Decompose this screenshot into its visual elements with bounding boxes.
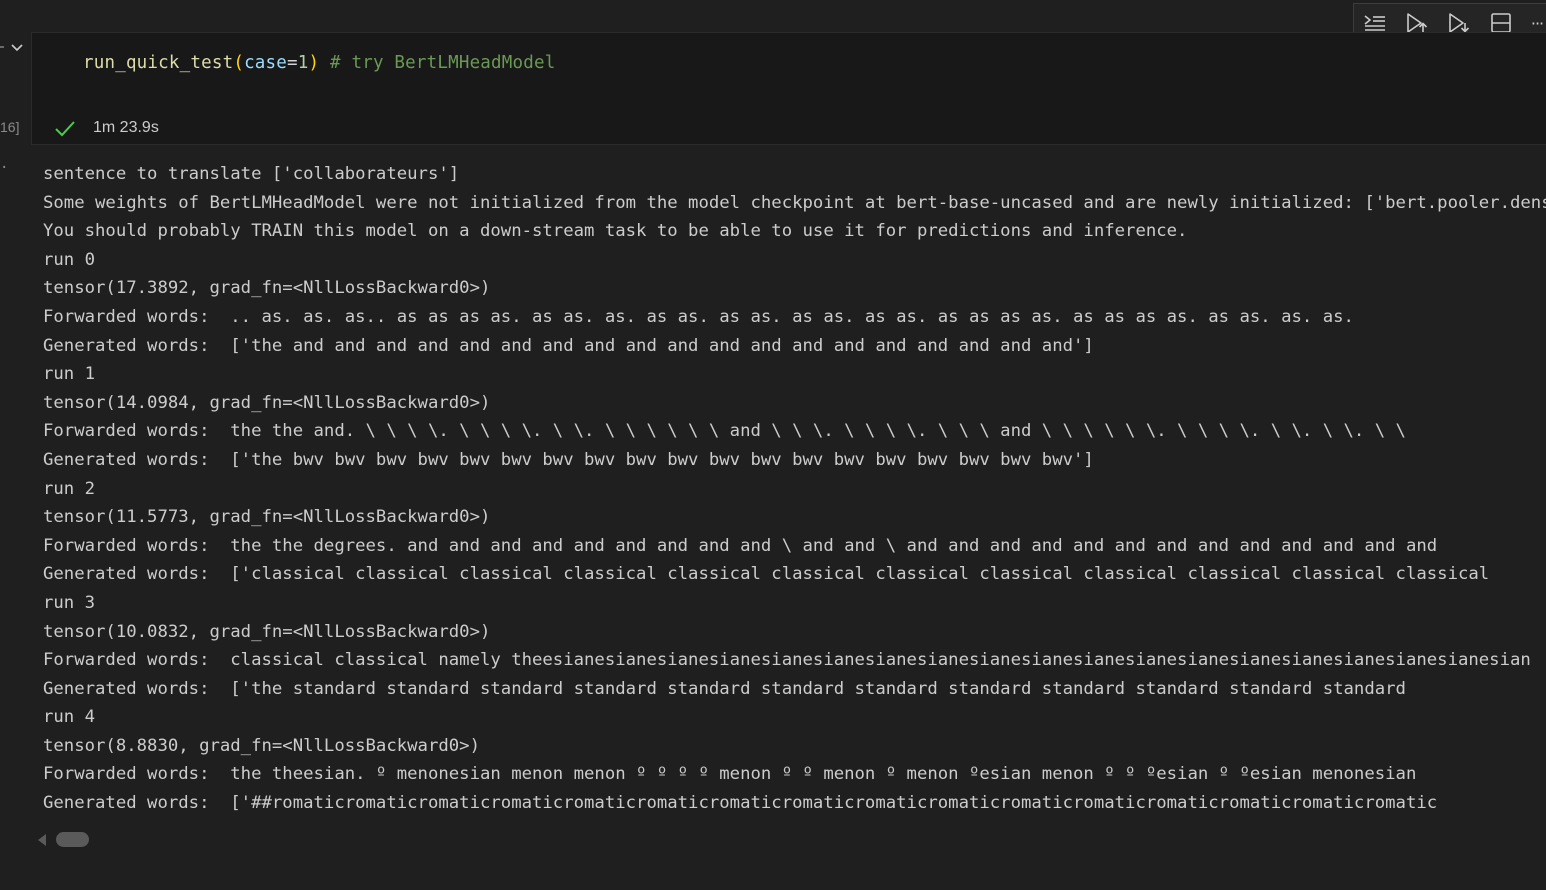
output-line: run 4 [43,707,96,728]
output-line: Generated words: ['the bwv bwv bwv bwv b… [43,449,1094,470]
code-open-paren: ( [233,53,245,73]
output-line: You should probably TRAIN this model on … [43,221,1188,242]
output-line: Some weights of BertLMHeadModel were not… [43,192,1546,213]
output-line: tensor(14.0984, grad_fn=<NllLossBackward… [43,392,491,413]
output-line: tensor(10.0832, grad_fn=<NllLossBackward… [43,621,491,642]
code-operator: = [287,53,298,73]
output-line: Forwarded words: the the degrees. and an… [43,535,1438,556]
output-line: Generated words: ['classical classical c… [43,564,1490,585]
output-line: tensor(17.3892, grad_fn=<NllLossBackward… [43,278,491,299]
notebook-editor: ··· run_quick_test(case=1) # try BertLMH… [0,0,1546,890]
execution-time: 1m 23.9s [93,119,159,136]
execution-count: 16] [0,119,20,135]
code-line[interactable]: run_quick_test(case=1) # try BertLMHeadM… [83,53,555,73]
output-line: Generated words: ['the and and and and a… [43,335,1094,356]
output-line: tensor(11.5773, grad_fn=<NllLossBackward… [43,507,491,528]
output-line: run 3 [43,592,96,613]
success-check-icon [54,119,76,139]
code-cell-editor[interactable]: run_quick_test(case=1) # try BertLMHeadM… [31,32,1546,145]
horizontal-scrollbar-thumb[interactable] [56,832,89,847]
output-line: run 0 [43,249,96,270]
output-line: Forwarded words: the the and. \ \ \ \. \… [43,421,1406,442]
code-number: 1 [297,53,309,73]
output-line: run 2 [43,478,96,499]
scroll-left-arrow-icon[interactable] [35,832,49,848]
output-line: Forwarded words: .. as. as. as.. as as a… [43,306,1354,327]
code-param-name: case [244,53,288,73]
output-line: run 1 [43,364,96,385]
code-function-name: run_quick_test [83,53,234,73]
output-line: Forwarded words: the theesian. º menones… [43,764,1417,785]
output-line: Forwarded words: classical classical nam… [43,650,1531,671]
output-line: Generated words: ['##romaticromaticromat… [43,793,1438,814]
output-line: tensor(8.8830, grad_fn=<NllLossBackward0… [43,735,480,756]
cell-output: sentence to translate ['collaborateurs']… [43,160,1546,818]
output-line: sentence to translate ['collaborateurs'] [43,164,460,184]
code-close-paren: ) [308,53,320,73]
output-menu-dots[interactable]: · [0,160,8,176]
output-line: Generated words: ['the standard standard… [43,678,1406,699]
code-comment: # try BertLMHeadModel [319,53,556,73]
collapse-cell-chevron-icon[interactable] [0,38,26,58]
